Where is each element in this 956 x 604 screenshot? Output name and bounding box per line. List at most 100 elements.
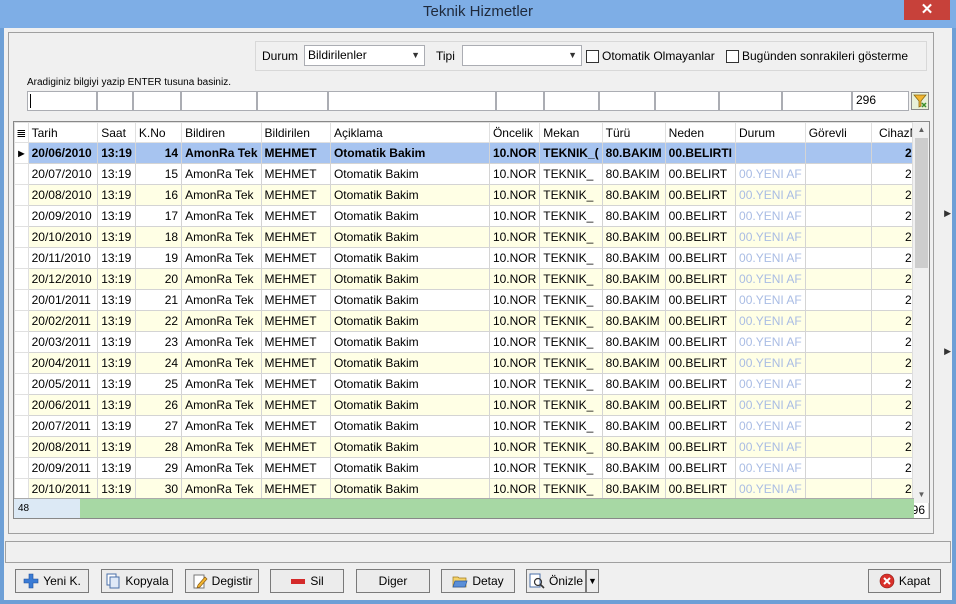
cell-neden[interactable]: 00.BELIRT bbox=[664, 436, 737, 458]
cell-gorevli[interactable] bbox=[804, 457, 873, 479]
cell-durum[interactable]: 00.YENI AF bbox=[735, 415, 806, 437]
cell-durum[interactable]: 00.YENI AF bbox=[735, 352, 806, 374]
delete-button[interactable]: Sil bbox=[270, 569, 344, 593]
cell-kno[interactable]: 22 bbox=[134, 310, 183, 332]
col-header-bildirilen[interactable]: Bildirilen bbox=[260, 122, 331, 143]
cell-turu[interactable]: 80.BAKIM bbox=[601, 436, 666, 458]
cell-aciklama[interactable]: Otomatik Bakim bbox=[329, 226, 490, 248]
panel-expand-icon[interactable]: ▶ bbox=[944, 208, 951, 219]
cell-neden[interactable]: 00.BELIRT bbox=[664, 268, 737, 290]
cell-gorevli[interactable] bbox=[804, 205, 873, 227]
cell-kno[interactable]: 19 bbox=[134, 247, 183, 269]
cell-turu[interactable]: 80.BAKIM bbox=[601, 331, 666, 353]
cell-durum[interactable]: 00.YENI AF bbox=[735, 268, 806, 290]
cell-turu[interactable]: 80.BAKIM bbox=[601, 394, 666, 416]
cell-bildirilen[interactable]: MEHMET bbox=[260, 415, 331, 437]
cell-kno[interactable]: 25 bbox=[134, 373, 183, 395]
col-header-gorevli[interactable]: Görevli bbox=[804, 122, 873, 143]
cell-neden[interactable]: 00.BELIRT bbox=[664, 184, 737, 206]
bugunden-checkbox[interactable] bbox=[726, 50, 739, 63]
cell-aciklama[interactable]: Otomatik Bakim bbox=[329, 394, 490, 416]
cell-bildiren[interactable]: AmonRa Tek bbox=[181, 394, 262, 416]
col-header-turu[interactable]: Türü bbox=[601, 122, 666, 143]
scroll-down-icon[interactable]: ▼ bbox=[913, 487, 929, 503]
new-record-button[interactable]: Yeni K. bbox=[15, 569, 89, 593]
cell-mekan[interactable]: TEKNIK_ bbox=[539, 457, 603, 479]
cell-turu[interactable]: 80.BAKIM bbox=[601, 373, 666, 395]
cell-bildirilen[interactable]: MEHMET bbox=[260, 457, 331, 479]
cell-bildirilen[interactable]: MEHMET bbox=[260, 373, 331, 395]
filter-clear-button[interactable] bbox=[911, 92, 929, 110]
cell-neden[interactable]: 00.BELIRT bbox=[664, 415, 737, 437]
cell-aciklama[interactable]: Otomatik Bakim bbox=[329, 163, 490, 185]
cell-turu[interactable]: 80.BAKIM bbox=[601, 415, 666, 437]
cell-kno[interactable]: 14 bbox=[134, 142, 183, 164]
cell-neden[interactable]: 00.BELIRT bbox=[664, 331, 737, 353]
cell-mekan[interactable]: TEKNIK_ bbox=[539, 184, 603, 206]
edit-button[interactable]: Degistir bbox=[185, 569, 259, 593]
cell-oncelik[interactable]: 10.NOR bbox=[488, 247, 541, 269]
filter-cihazno[interactable]: 296 bbox=[852, 91, 909, 111]
cell-saat[interactable]: 13:19 bbox=[97, 394, 136, 416]
cell-bildiren[interactable]: AmonRa Tek bbox=[181, 142, 262, 164]
cell-durum[interactable]: 00.YENI AF bbox=[735, 289, 806, 311]
cell-neden[interactable]: 00.BELIRT bbox=[664, 373, 737, 395]
cell-oncelik[interactable]: 10.NOR bbox=[488, 205, 541, 227]
cell-tarih[interactable]: 20/06/2010 bbox=[27, 142, 99, 164]
cell-tarih[interactable]: 20/05/2011 bbox=[27, 373, 99, 395]
cell-oncelik[interactable]: 10.NOR bbox=[488, 394, 541, 416]
cell-bildirilen[interactable]: MEHMET bbox=[260, 436, 331, 458]
durum-select[interactable]: Bildirilenler ▼ bbox=[304, 45, 425, 66]
other-button[interactable]: Diger bbox=[356, 569, 430, 593]
cell-durum[interactable]: 00.YENI AF bbox=[735, 394, 806, 416]
cell-bildiren[interactable]: AmonRa Tek bbox=[181, 205, 262, 227]
cell-mekan[interactable]: TEKNIK_ bbox=[539, 373, 603, 395]
cell-neden[interactable]: 00.BELIRT bbox=[664, 289, 737, 311]
cell-tarih[interactable]: 20/03/2011 bbox=[27, 331, 99, 353]
cell-saat[interactable]: 13:19 bbox=[97, 289, 136, 311]
filter-aciklama[interactable] bbox=[328, 91, 496, 111]
cell-saat[interactable]: 13:19 bbox=[97, 352, 136, 374]
preview-dropdown-button[interactable]: ▼ bbox=[586, 569, 599, 593]
cell-mekan[interactable]: TEKNIK_ bbox=[539, 205, 603, 227]
col-header-saat[interactable]: Saat bbox=[97, 122, 136, 143]
cell-aciklama[interactable]: Otomatik Bakim bbox=[329, 289, 490, 311]
cell-mekan[interactable]: TEKNIK_ bbox=[539, 352, 603, 374]
cell-kno[interactable]: 18 bbox=[134, 226, 183, 248]
cell-turu[interactable]: 80.BAKIM bbox=[601, 247, 666, 269]
cell-tarih[interactable]: 20/08/2011 bbox=[27, 436, 99, 458]
cell-saat[interactable]: 13:19 bbox=[97, 142, 136, 164]
filter-mekan[interactable] bbox=[544, 91, 599, 111]
cell-aciklama[interactable]: Otomatik Bakim bbox=[329, 352, 490, 374]
cell-durum[interactable]: 00.YENI AF bbox=[735, 184, 806, 206]
table-row[interactable]: 20/02/2011 13:19 22 AmonRa Tek MEHMET Otomati… bbox=[14, 310, 929, 332]
cell-bildiren[interactable]: AmonRa Tek bbox=[181, 373, 262, 395]
cell-saat[interactable]: 13:19 bbox=[97, 478, 136, 500]
col-header-neden[interactable]: Neden bbox=[664, 122, 737, 143]
cell-gorevli[interactable] bbox=[804, 142, 873, 164]
cell-saat[interactable]: 13:19 bbox=[97, 205, 136, 227]
cell-saat[interactable]: 13:19 bbox=[97, 184, 136, 206]
cell-oncelik[interactable]: 10.NOR bbox=[488, 226, 541, 248]
filter-tarih[interactable] bbox=[27, 91, 97, 111]
table-row[interactable]: 20/03/2011 13:19 23 AmonRa Tek MEHMET Otomati… bbox=[14, 331, 929, 353]
cell-mekan[interactable]: TEKNIK_ bbox=[539, 331, 603, 353]
cell-mekan[interactable]: TEKNIK_ bbox=[539, 394, 603, 416]
cell-gorevli[interactable] bbox=[804, 478, 873, 500]
cell-saat[interactable]: 13:19 bbox=[97, 226, 136, 248]
cell-kno[interactable]: 28 bbox=[134, 436, 183, 458]
cell-bildirilen[interactable]: MEHMET bbox=[260, 205, 331, 227]
cell-mekan[interactable]: TEKNIK_ bbox=[539, 310, 603, 332]
col-header-oncelik[interactable]: Öncelik bbox=[488, 122, 541, 143]
cell-mekan[interactable]: TEKNIK_( bbox=[539, 142, 603, 164]
cell-gorevli[interactable] bbox=[804, 436, 873, 458]
cell-gorevli[interactable] bbox=[804, 184, 873, 206]
cell-tarih[interactable]: 20/09/2010 bbox=[27, 205, 99, 227]
detail-button[interactable]: Detay bbox=[441, 569, 515, 593]
cell-kno[interactable]: 21 bbox=[134, 289, 183, 311]
cell-tarih[interactable]: 20/07/2010 bbox=[27, 163, 99, 185]
cell-saat[interactable]: 13:19 bbox=[97, 310, 136, 332]
cell-bildiren[interactable]: AmonRa Tek bbox=[181, 289, 262, 311]
cell-aciklama[interactable]: Otomatik Bakim bbox=[329, 331, 490, 353]
filter-saat[interactable] bbox=[97, 91, 133, 111]
